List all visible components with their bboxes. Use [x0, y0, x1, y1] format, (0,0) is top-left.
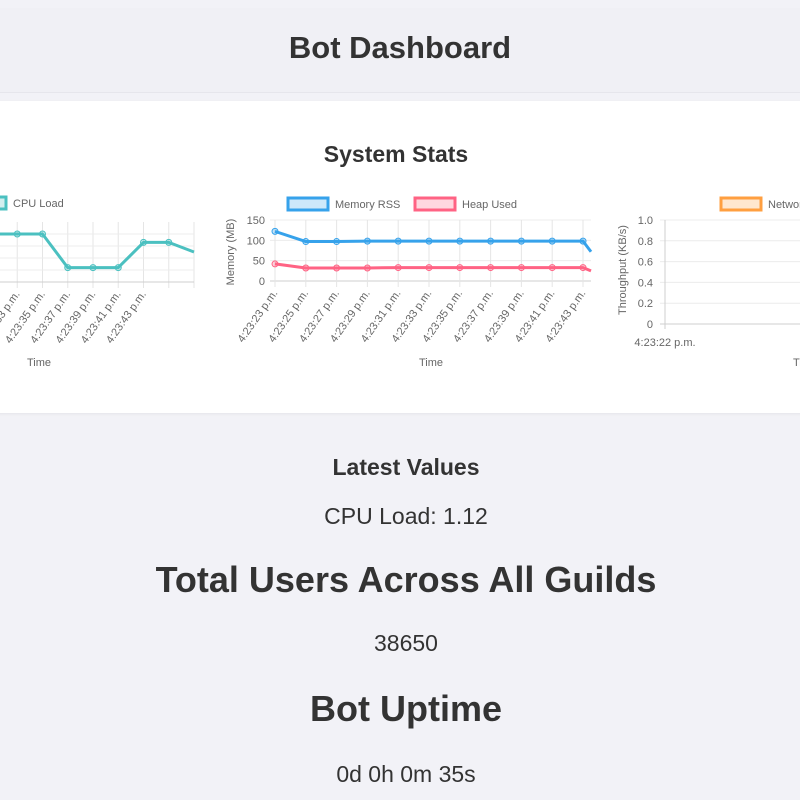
memory-rss-point [302, 238, 310, 246]
y-tick-label: 100 [247, 235, 265, 247]
heap-used-line [274, 262, 592, 273]
memory-chart[interactable]: 050100150Memory RSS Heap Used4:23:23 p.m.… [220, 190, 600, 375]
y-axis-title: Throughput (KB/s) [617, 225, 629, 315]
memory-rss-point [579, 237, 587, 245]
heap-used-point [425, 264, 433, 272]
cpu-data-point [89, 264, 97, 272]
bot-uptime-value: 0d 0h 0m 35s [336, 761, 476, 787]
memory-rss-point [548, 237, 556, 245]
memory-rss-point [425, 237, 433, 245]
legend-label: CPU Load [13, 198, 64, 210]
page-title: Bot Dashboard [288, 30, 512, 65]
system-stats-title: System Stats [323, 141, 469, 167]
cpu-data-point [39, 230, 46, 238]
cpu-data-point [114, 264, 122, 272]
legend-label: Network [768, 199, 800, 211]
memory-rss-point [456, 237, 464, 245]
total-users-title: Total Users Across All Guilds [155, 559, 657, 600]
memory-rss-point [363, 237, 371, 245]
legend-swatch [413, 196, 457, 212]
network-chart[interactable]: 0 0.2 0.4 0.6 0.8 1.0 Network 4:23:22 p.m. Time T… [612, 190, 800, 375]
cpu-data-point [13, 230, 21, 238]
x-tick-label: 4:23:22 p.m. [634, 337, 695, 349]
latest-values-title: Latest Values [332, 454, 480, 480]
y-tick-label: 150 [247, 215, 265, 227]
heap-used-point [579, 264, 587, 272]
legend-swatch [0, 195, 8, 211]
cpu-load-chart[interactable]: CPU Load4:23:33 p.m.4:23:35 p.m.4:23:37 … [0, 190, 205, 375]
heap-used-point [456, 264, 464, 272]
y-tick-label: 0.6 [638, 257, 653, 269]
heap-used-point [271, 260, 279, 268]
heap-used-point [487, 264, 495, 272]
cpu-data-point [165, 238, 173, 246]
legend-label: Heap Used [462, 199, 517, 211]
y-tick-label: 0 [647, 319, 653, 331]
x-axis-title: Time [793, 357, 800, 369]
cpu-data-point [64, 264, 72, 272]
y-tick-label: 0.4 [638, 277, 653, 289]
heap-used-point [517, 264, 525, 272]
x-axis-title: Time [27, 357, 51, 369]
memory-rss-point [271, 227, 279, 235]
heap-used-point [333, 264, 341, 272]
y-axis-title: Memory (MB) [225, 219, 237, 286]
memory-rss-point [333, 238, 341, 246]
heap-used-point [302, 264, 310, 272]
y-tick-label: 1.0 [638, 215, 653, 227]
y-tick-label: 50 [253, 256, 265, 268]
legend-swatch [286, 196, 330, 212]
bot-uptime-title: Bot Uptime [310, 688, 502, 729]
latest-cpu-load: CPU Load: 1.12 [324, 503, 488, 529]
memory-rss-line [274, 229, 593, 253]
y-tick-label: 0 [259, 276, 265, 288]
heap-used-point [363, 264, 371, 272]
memory-rss-point [487, 237, 495, 245]
heap-used-point [394, 264, 402, 272]
cpu-data-point [140, 238, 147, 246]
y-tick-label: 0.8 [638, 236, 653, 248]
heap-used-point [548, 264, 556, 272]
legend-label: Memory RSS [335, 199, 400, 211]
cpu-load-line [0, 232, 195, 270]
memory-rss-point [394, 237, 402, 245]
y-tick-label: 0.2 [638, 298, 653, 310]
total-users-value: 38650 [374, 630, 438, 656]
memory-rss-point [517, 237, 525, 245]
x-axis-title: Time [419, 357, 443, 369]
legend-swatch [719, 196, 763, 212]
dashboard-header: Bot Dashboard [0, 8, 800, 93]
